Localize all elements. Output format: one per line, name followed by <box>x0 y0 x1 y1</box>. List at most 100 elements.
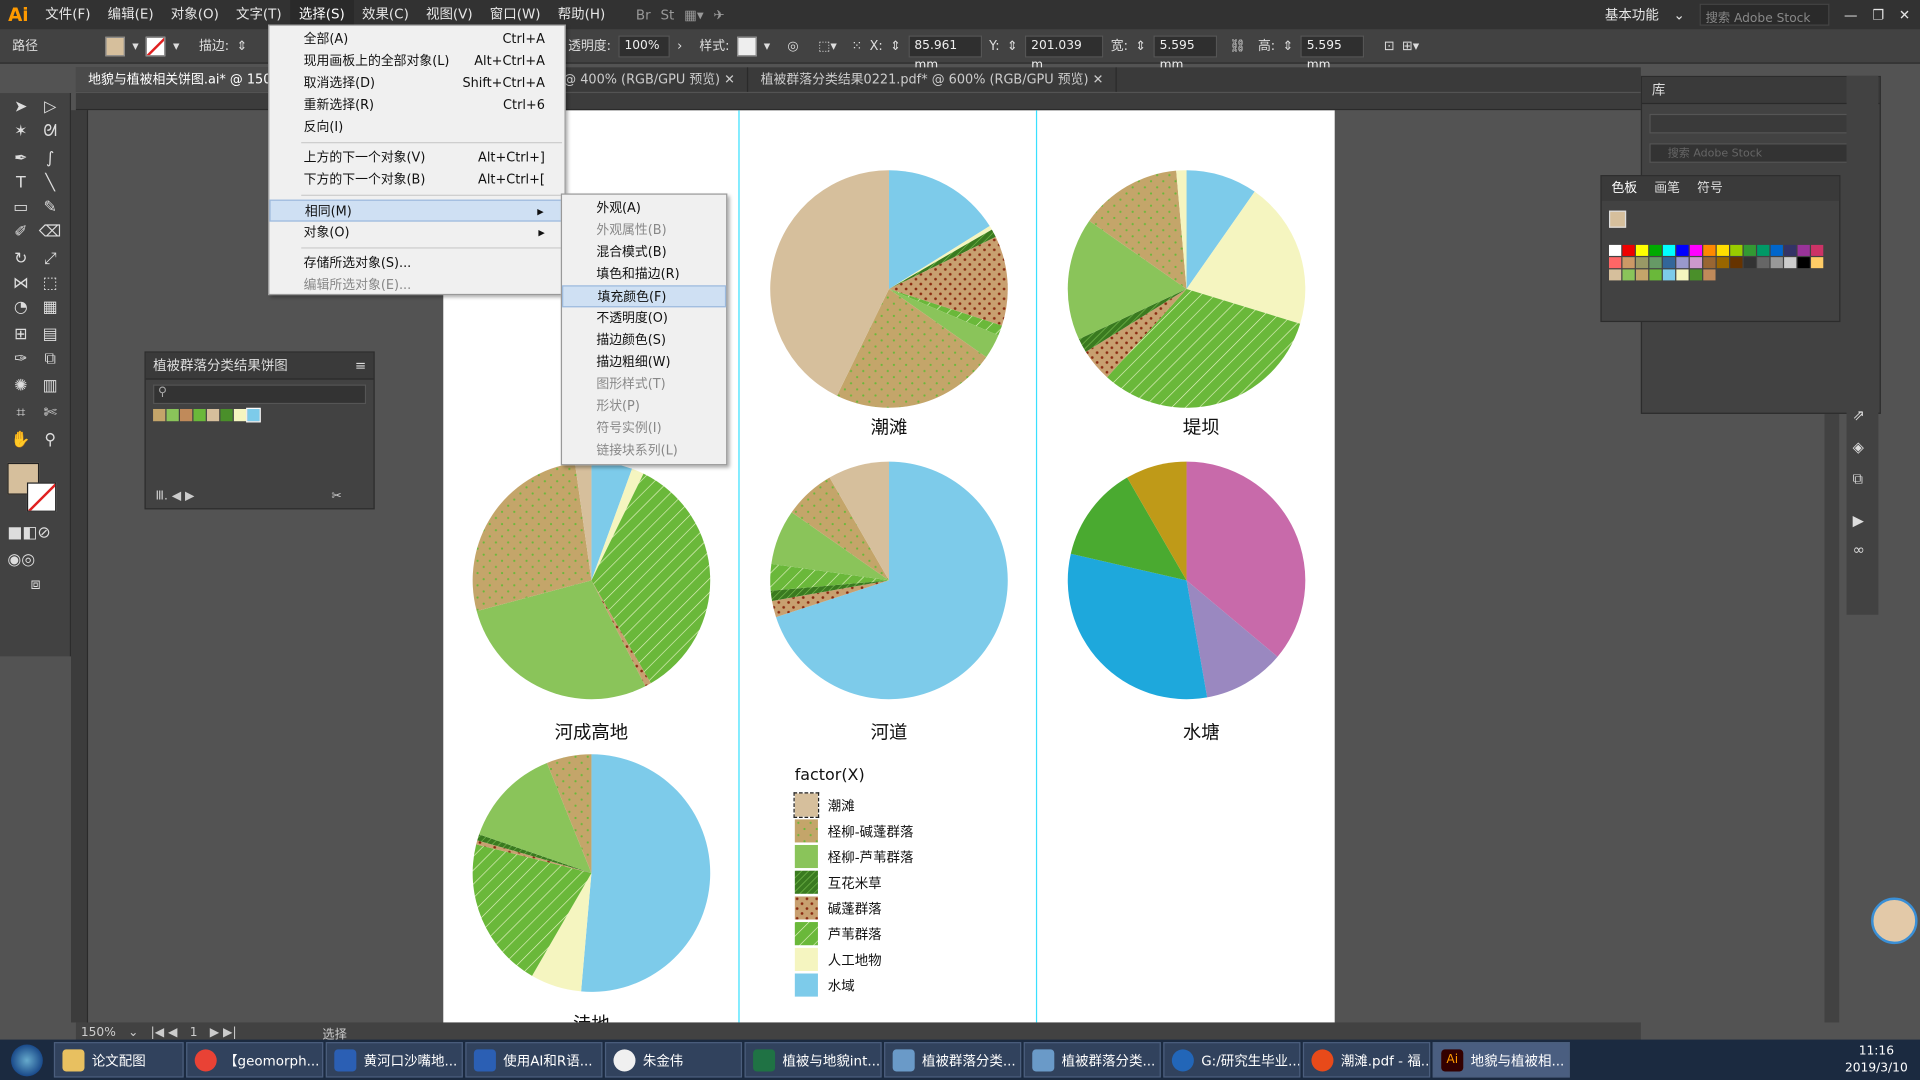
align-icon[interactable]: ⬚▾ <box>818 39 837 54</box>
swatch[interactable] <box>1770 244 1783 256</box>
pen-tool-icon[interactable]: ✒ <box>7 147 34 171</box>
swatch[interactable] <box>1703 269 1716 281</box>
rectangle-tool-icon[interactable]: ▭ <box>7 196 34 220</box>
artboard-tool-icon[interactable]: ⌗ <box>7 402 34 426</box>
swatch[interactable] <box>1784 244 1797 256</box>
swatch[interactable] <box>1676 244 1689 256</box>
artboards-icon[interactable]: ⧉ <box>1853 470 1864 488</box>
swatch[interactable] <box>1757 244 1770 256</box>
swatch[interactable] <box>1689 269 1703 281</box>
swatch[interactable] <box>1730 257 1743 269</box>
swatch[interactable] <box>1608 269 1622 281</box>
bridge-icon[interactable]: Br <box>636 7 651 23</box>
windows-start-icon[interactable] <box>0 1040 54 1079</box>
menu-item-reselect[interactable]: 重新选择(R) Ctrl+6 <box>269 94 564 116</box>
tab-document-3[interactable]: 植被群落分类结果0221.pdf* @ 600% (RGB/GPU 预览) ✕ <box>748 67 1117 92</box>
tab-symbols[interactable]: 符号 <box>1697 176 1723 200</box>
close-icon[interactable]: ✕ <box>1093 72 1104 87</box>
close-icon[interactable]: ✕ <box>724 72 735 87</box>
artboard-nav-icon[interactable]: |◀ ◀ <box>151 1026 178 1039</box>
pie-chart-4[interactable] <box>770 461 1008 700</box>
panel-menu-icon[interactable]: ≡ <box>355 353 366 380</box>
direct-selection-tool-icon[interactable]: ▷ <box>37 96 64 120</box>
submenu-item-appearance[interactable]: 外观(A) <box>562 197 726 219</box>
stepper-icon[interactable]: ⇕ <box>1135 39 1146 54</box>
artboard-nav-icon[interactable]: ▶ ▶| <box>210 1026 237 1039</box>
stepper-icon[interactable]: ⇕ <box>236 39 247 54</box>
swatch-tools-icon[interactable]: ✂ <box>331 490 341 503</box>
taskbar-item[interactable]: 使用AI和R语... <box>465 1042 603 1078</box>
swatch[interactable] <box>1649 257 1662 269</box>
pie-chart-1[interactable] <box>770 170 1008 408</box>
swatch[interactable] <box>233 408 247 422</box>
swatch[interactable] <box>1689 244 1703 256</box>
system-clock[interactable]: 11:16 2019/3/10 <box>1845 1043 1920 1077</box>
y-field[interactable]: 201.039 m <box>1025 34 1104 72</box>
swatch[interactable] <box>1703 244 1716 256</box>
menu-edit[interactable]: 编辑(E) <box>99 0 162 29</box>
swatch[interactable] <box>206 408 220 422</box>
swatch[interactable] <box>1797 244 1810 256</box>
swatch[interactable] <box>1622 257 1635 269</box>
perspective-grid-icon[interactable]: ▦ <box>37 296 64 320</box>
chevron-down-icon[interactable]: ⌄ <box>128 1026 138 1039</box>
taskbar-item[interactable]: 植被群落分类... <box>1023 1042 1161 1078</box>
menu-item-object[interactable]: 对象(O) ▸ <box>269 222 564 244</box>
menu-item-select-all[interactable]: 全部(A) Ctrl+A <box>269 28 564 50</box>
pie-slice[interactable] <box>581 754 711 992</box>
chevron-right-icon[interactable]: › <box>677 39 682 54</box>
fill-swatch[interactable] <box>105 36 125 56</box>
hand-tool-icon[interactable]: ✋ <box>7 429 34 453</box>
taskbar-item[interactable]: 植被与地貌int... <box>744 1042 882 1078</box>
menu-item-next-object-below[interactable]: 下方的下一个对象(B) Alt+Ctrl+[ <box>269 169 564 191</box>
swatch[interactable] <box>1635 244 1649 256</box>
swatch[interactable] <box>1770 257 1783 269</box>
export-icon[interactable]: ⇗ <box>1853 407 1865 424</box>
swatch[interactable] <box>1730 244 1743 256</box>
taskbar-item[interactable]: 植被群落分类... <box>884 1042 1022 1078</box>
chevron-down-icon[interactable]: ▾ <box>132 39 138 54</box>
stroke-label[interactable]: 描边: <box>199 37 229 55</box>
swatch[interactable] <box>1662 257 1676 269</box>
minimize-icon[interactable]: — <box>1844 7 1857 23</box>
selection-tool-icon[interactable]: ➤ <box>7 96 34 120</box>
layers-icon[interactable]: ◈ <box>1853 438 1864 455</box>
swatch[interactable] <box>1635 269 1649 281</box>
actions-icon[interactable]: ▶ <box>1853 512 1864 529</box>
rotate-tool-icon[interactable]: ↻ <box>7 247 34 271</box>
library-nav-icon[interactable]: Ⅲ. ◀ ▶ <box>156 490 195 503</box>
swatch[interactable] <box>1743 257 1756 269</box>
curvature-tool-icon[interactable]: ∫ <box>37 147 64 171</box>
menu-item-inverse[interactable]: 反向(I) <box>269 116 564 138</box>
free-transform-icon[interactable]: ⬚ <box>37 272 64 296</box>
height-field[interactable]: 5.595 mm <box>1300 34 1365 72</box>
tab-document-1[interactable]: 地貌与植被相关饼图.ai* @ 150% <box>75 67 284 92</box>
slice-tool-icon[interactable]: ✄ <box>37 402 64 426</box>
taskbar-item[interactable]: 朱金伟 <box>604 1042 743 1078</box>
magic-wand-icon[interactable]: ✶ <box>7 120 34 144</box>
artboard-number[interactable]: 1 <box>190 1026 198 1039</box>
swatch[interactable] <box>1703 257 1716 269</box>
eraser-icon[interactable]: ⌫ <box>37 220 64 244</box>
mesh-tool-icon[interactable]: ⊞ <box>7 323 34 347</box>
taskbar-item[interactable]: Ai 地貌与植被相... <box>1432 1042 1570 1078</box>
submenu-item-stroke-weight[interactable]: 描边粗细(W) <box>562 351 726 373</box>
library-dropdown[interactable] <box>1649 113 1873 134</box>
submenu-item-stroke-color[interactable]: 描边颜色(S) <box>562 329 726 351</box>
transform-icon[interactable]: ⊡ <box>1384 39 1395 54</box>
submenu-item-fill-color[interactable]: 填充颜色(F) <box>562 285 727 308</box>
fill-indicator[interactable] <box>1608 210 1627 228</box>
screen-mode-icon[interactable]: ⧈ <box>22 573 49 597</box>
gradient-tool-icon[interactable]: ▤ <box>37 323 64 347</box>
pie-chart-6[interactable] <box>472 754 711 992</box>
color-mode-icon[interactable]: ■◧⊘ <box>7 522 50 546</box>
swatch[interactable] <box>166 408 179 422</box>
taskbar-item[interactable]: 【geomorph... <box>186 1042 324 1078</box>
blend-tool-icon[interactable]: ⧉ <box>37 348 64 372</box>
stepper-icon[interactable]: ⇕ <box>1007 39 1018 54</box>
lasso-icon[interactable]: ᘛ <box>37 120 64 144</box>
menu-object[interactable]: 对象(O) <box>162 0 227 29</box>
stroke-swatch[interactable] <box>146 36 166 56</box>
tab-swatches[interactable]: 色板 <box>1611 176 1637 200</box>
avatar[interactable] <box>1871 897 1918 945</box>
